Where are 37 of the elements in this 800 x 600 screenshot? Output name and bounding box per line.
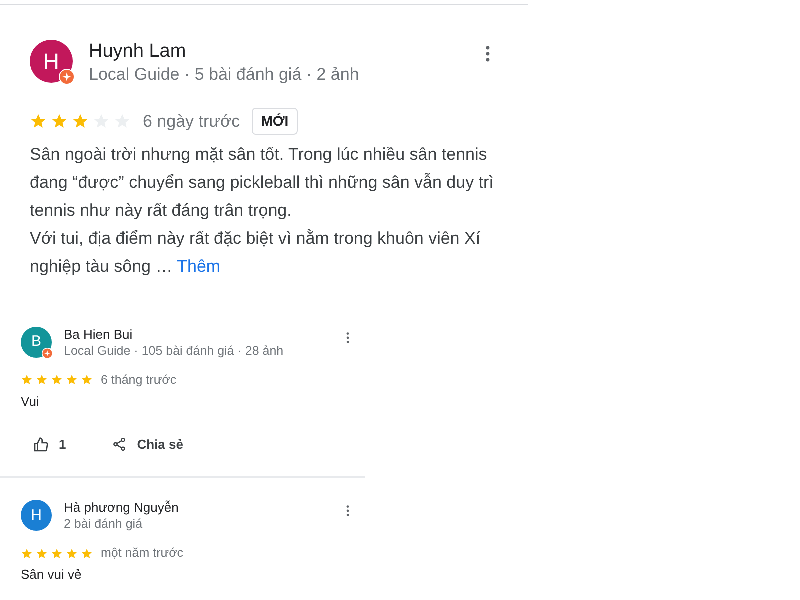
star-icon — [51, 374, 63, 386]
star-icon — [81, 374, 93, 386]
star-icon — [30, 113, 47, 130]
review-text: Với tui, địa điểm này rất đặc biệt vì nằm trong khuôn viên Xí nghiệp tàu sông … Thêm — [30, 228, 482, 278]
star-icon — [81, 548, 93, 560]
reviewer-name[interactable]: Ba Hien Bui — [64, 327, 329, 343]
review-text: Sân ngoài trời nhưng mặt sân tốt. Trong lúc nhiều sân tennis đang “được” chuyển sang pickleball thì những sân vẫn duy trì tennis như này rất đáng trân trọng. — [30, 144, 495, 222]
share-icon — [112, 437, 128, 452]
star-icon — [21, 548, 33, 560]
new-badge: MỚI — [252, 108, 298, 135]
avatar[interactable]: H — [21, 500, 52, 532]
thumbs-up-icon — [33, 436, 49, 452]
star-icon — [66, 548, 78, 560]
reviewer-meta: 2 bài đánh giá — [64, 516, 144, 532]
reviewer-meta: Local Guide · 105 bài đánh giá · 28 ảnh — [64, 343, 285, 359]
local-guide-badge-icon — [42, 348, 53, 359]
local-guide-badge-icon — [59, 69, 75, 85]
review-text: Sân vui vẻ — [21, 566, 83, 584]
star-icon — [36, 374, 48, 386]
star-icon — [72, 113, 89, 130]
star-icon — [51, 113, 68, 130]
avatar[interactable]: H — [30, 40, 73, 83]
review-time: 6 tháng trước — [101, 372, 177, 389]
review-time: 6 ngày trước — [143, 110, 240, 133]
review-time: một năm trước — [101, 545, 184, 562]
like-button[interactable]: 1 — [33, 434, 66, 454]
star-icon — [21, 374, 33, 386]
star-icon — [66, 374, 78, 386]
star-icon — [36, 548, 48, 560]
reviewer-meta: Local Guide · 5 bài đánh giá · 2 ảnh — [89, 64, 360, 86]
avatar[interactable]: B — [21, 327, 52, 358]
reviewer-name[interactable]: Hà phương Nguyễn — [64, 500, 329, 516]
more-link[interactable]: Thêm — [177, 257, 221, 276]
share-button[interactable]: Chia sẻ — [112, 434, 184, 454]
reviewer-name[interactable]: Huynh Lam — [89, 40, 462, 64]
star-icon — [51, 548, 63, 560]
review-text: Vui — [21, 392, 40, 411]
